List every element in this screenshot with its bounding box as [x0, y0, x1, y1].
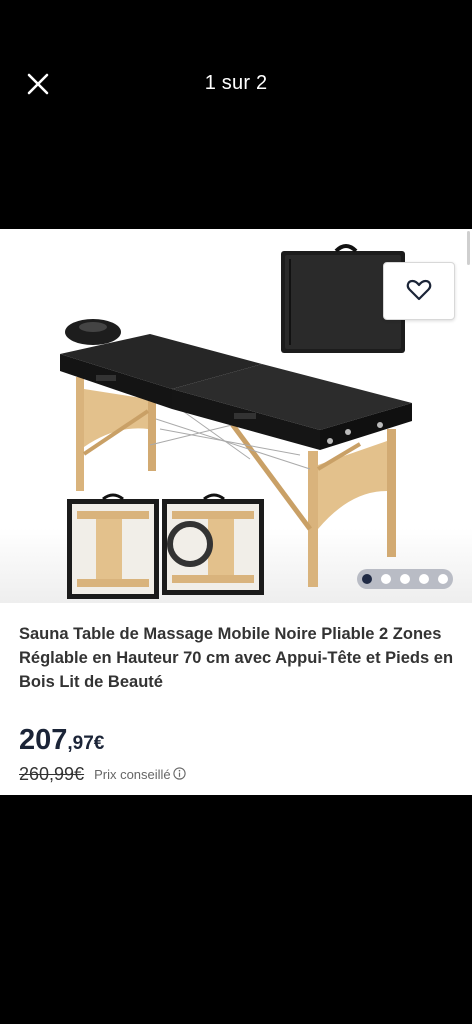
image-counter: 1 sur 2 [204, 72, 268, 94]
scroll-indicator[interactable] [467, 231, 470, 265]
gallery-dot-4[interactable] [419, 574, 429, 584]
recommended-price-label: Prix conseillé [94, 766, 171, 782]
price-decimal: ,97€ [67, 733, 105, 754]
gallery-dot-2[interactable] [381, 574, 391, 584]
gallery-pagination [357, 569, 453, 589]
favorite-button[interactable] [383, 262, 455, 320]
gallery-dot-3[interactable] [400, 574, 410, 584]
product-title: Sauna Table de Massage Mobile Noire Plia… [19, 625, 454, 691]
heart-icon [406, 279, 432, 301]
old-price: 260,99€ [19, 763, 85, 784]
info-icon[interactable] [173, 767, 186, 785]
current-price: 207,97€ [19, 724, 104, 757]
viewer-top-bar: 1 sur 2 [0, 0, 472, 170]
price-integer: 207 [19, 724, 68, 756]
gallery-dot-5[interactable] [438, 574, 448, 584]
reference-price-row: 260,99€ Prix conseillé [19, 763, 186, 785]
gallery-dot-1[interactable] [362, 574, 372, 584]
product-image[interactable] [0, 229, 472, 603]
product-card: Sauna Table de Massage Mobile Noire Plia… [0, 229, 472, 795]
image-viewer: 1 sur 2 Sauna Table de Massage Mobile No… [0, 0, 472, 1024]
